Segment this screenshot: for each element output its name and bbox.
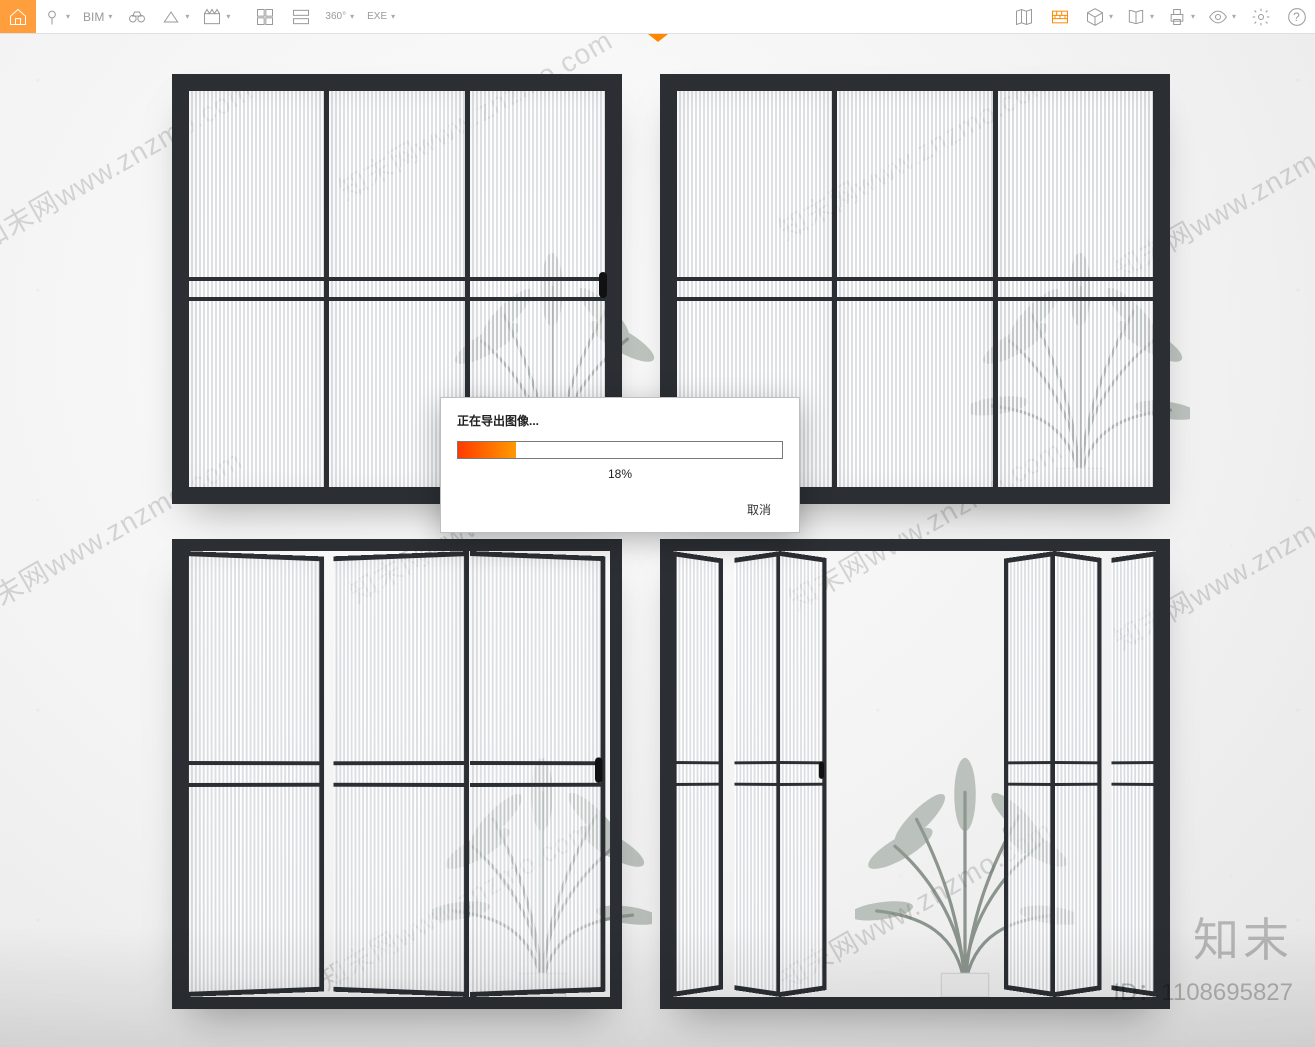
door-panel xyxy=(184,86,329,492)
chevron-down-icon: ▾ xyxy=(1109,12,1113,21)
chevron-down-icon: ▾ xyxy=(66,12,70,21)
chevron-down-icon: ▾ xyxy=(108,12,112,21)
gear-icon xyxy=(1251,7,1271,27)
door-panel xyxy=(1112,551,1158,997)
door-panel xyxy=(334,551,470,997)
door-handle xyxy=(599,272,607,298)
help-button[interactable]: ? xyxy=(1279,0,1315,33)
tile-b-icon xyxy=(291,7,311,27)
print-icon xyxy=(1167,7,1187,27)
cube-icon xyxy=(1085,7,1105,27)
door-panel xyxy=(998,86,1158,492)
dialog-title: 正在导出图像... xyxy=(457,412,783,429)
chevron-down-icon: ▾ xyxy=(350,12,354,21)
toolbar-left-group: ▾ BIM ▾ ▾ ▾ 360° ▾ EXE ▾ xyxy=(0,0,402,33)
settings-button[interactable] xyxy=(1243,0,1279,33)
door-panels xyxy=(184,551,610,997)
visibility-button[interactable]: ▾ xyxy=(1202,0,1243,33)
door-panel xyxy=(184,551,324,997)
bim-label: BIM xyxy=(83,10,104,24)
clapper-icon xyxy=(202,7,222,27)
door-bottom-right-folding-open xyxy=(660,539,1170,1009)
home-icon xyxy=(8,7,28,27)
progress-percent-label: 18% xyxy=(457,467,783,481)
map-icon xyxy=(1014,7,1034,27)
map-button[interactable] xyxy=(1007,0,1043,33)
door-handle xyxy=(595,757,603,782)
section-button[interactable]: ▾ xyxy=(155,0,196,33)
book-button[interactable]: ▾ xyxy=(1120,0,1161,33)
clapper-button[interactable]: ▾ xyxy=(196,0,237,33)
chevron-down-icon: ▾ xyxy=(1232,12,1236,21)
door-bottom-left-folding-partial xyxy=(172,539,622,1009)
tile-b-button[interactable] xyxy=(283,0,319,33)
chevron-down-icon: ▾ xyxy=(185,12,189,21)
door-panel xyxy=(837,86,997,492)
door-panel xyxy=(470,551,606,997)
export-progress-dialog: 正在导出图像... 18% 取消 xyxy=(440,397,800,533)
wall-icon xyxy=(1050,7,1070,27)
book-icon xyxy=(1126,7,1146,27)
exe-button[interactable]: EXE ▾ xyxy=(361,0,402,33)
door-fold-stack-left xyxy=(672,551,832,997)
progress-bar-fill xyxy=(458,442,516,458)
binoculars-icon xyxy=(127,7,147,27)
binoculars-button[interactable] xyxy=(119,0,155,33)
cube-button[interactable]: ▾ xyxy=(1079,0,1120,33)
exe-label: EXE xyxy=(367,11,387,22)
top-toolbar: ▾ BIM ▾ ▾ ▾ 360° ▾ EXE ▾ xyxy=(0,0,1315,34)
chevron-down-icon: ▾ xyxy=(226,12,230,21)
pin-button[interactable]: ▾ xyxy=(36,0,77,33)
tile-a-button[interactable] xyxy=(247,0,283,33)
door-panel xyxy=(1004,551,1055,997)
deg360-label: 360° xyxy=(325,11,346,22)
bim-button[interactable]: BIM ▾ xyxy=(77,0,119,33)
door-panel xyxy=(1055,551,1101,997)
cancel-button[interactable]: 取消 xyxy=(735,497,783,522)
door-panel xyxy=(780,551,826,997)
door-panel xyxy=(734,551,780,997)
door-fold-stack-right xyxy=(998,551,1158,997)
door-handle xyxy=(819,761,824,779)
tile-a-icon xyxy=(255,7,275,27)
toolbar-notch-indicator xyxy=(648,34,668,42)
toolbar-right-group: ▾ ▾ ▾ ▾ ? xyxy=(1007,0,1315,33)
deg360-button[interactable]: 360° ▾ xyxy=(319,0,361,33)
pin-icon xyxy=(42,7,62,27)
eye-icon xyxy=(1208,7,1228,27)
viewport-3d[interactable]: 知末网www.znzmo.com 知末网www.znzmo.com 知末网www… xyxy=(0,34,1315,1047)
section-icon xyxy=(161,7,181,27)
help-label: ? xyxy=(1293,10,1300,24)
home-button[interactable] xyxy=(0,0,36,33)
progress-bar xyxy=(457,441,783,459)
wall-button[interactable] xyxy=(1043,0,1079,33)
chevron-down-icon: ▾ xyxy=(391,12,395,21)
print-button[interactable]: ▾ xyxy=(1161,0,1202,33)
chevron-down-icon: ▾ xyxy=(1191,12,1195,21)
chevron-down-icon: ▾ xyxy=(1150,12,1154,21)
door-panel xyxy=(672,551,723,997)
